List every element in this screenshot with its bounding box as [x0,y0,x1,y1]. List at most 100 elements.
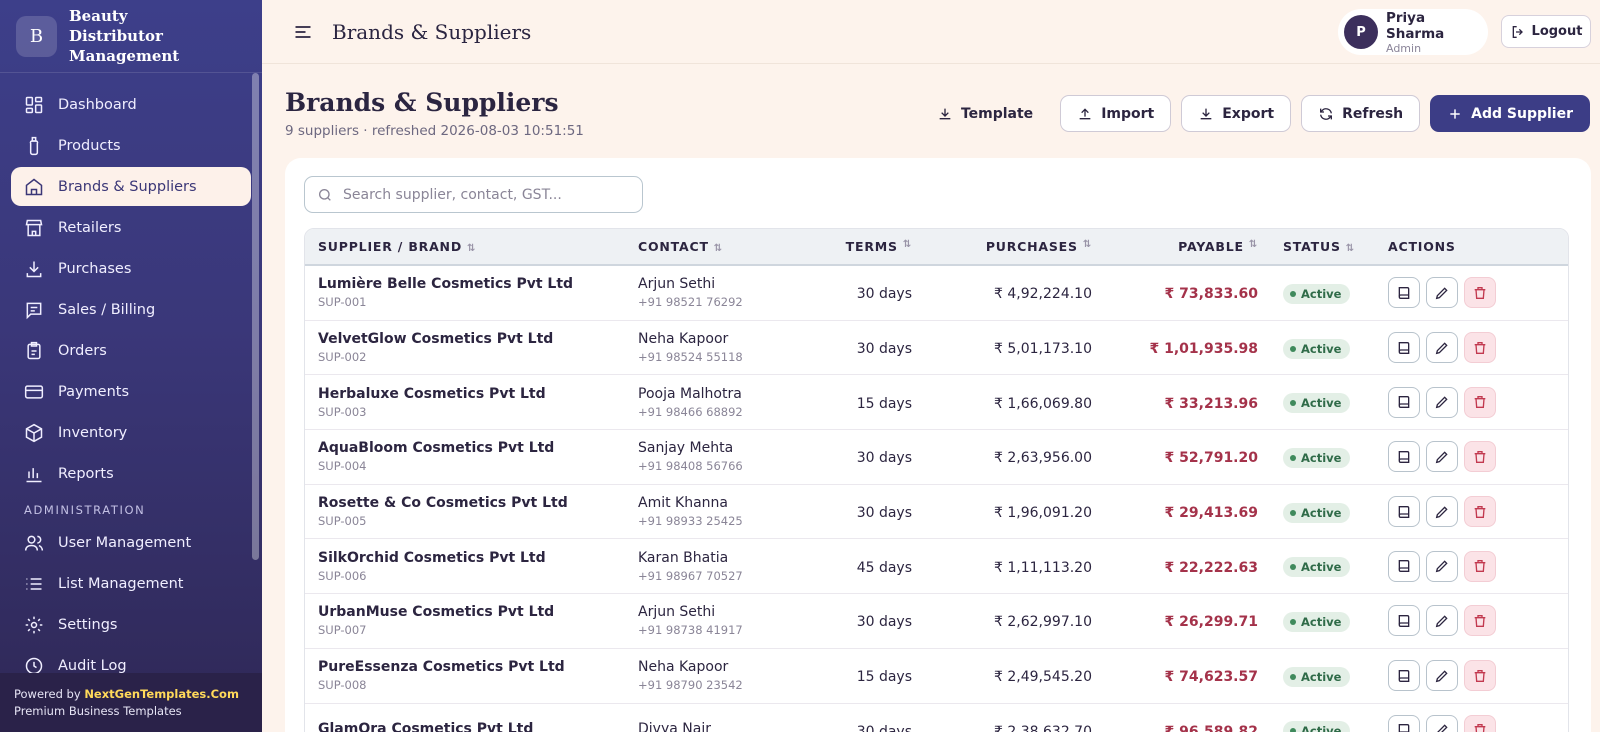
import-button[interactable]: Import [1060,95,1172,132]
user-menu[interactable]: P Priya Sharma Admin [1338,9,1488,55]
sidebar-item-user-management[interactable]: User Management [11,523,251,562]
sort-icon: ⇅ [1082,239,1092,250]
contact-phone: +91 98408 56766 [638,459,743,474]
delete-button[interactable] [1464,332,1496,364]
edit-button[interactable] [1426,386,1458,418]
supplier-name: UrbanMuse Cosmetics Pvt Ltd [318,604,555,621]
powered-link[interactable]: NextGenTemplates.Com [84,687,239,701]
edit-button[interactable] [1426,332,1458,364]
ledger-button[interactable] [1388,660,1420,692]
sidebar-item-brands-suppliers[interactable]: Brands & Suppliers [11,167,251,206]
col-purchases[interactable]: PURCHASES ⇅ [912,239,1092,254]
delete-button[interactable] [1464,441,1496,473]
search-box[interactable] [304,176,643,213]
sidebar-item-label: Inventory [58,424,128,441]
ledger-button[interactable] [1388,714,1420,732]
sidebar-item-reports[interactable]: Reports [11,454,251,493]
payable-value: ₹ 26,299.71 [1164,614,1258,631]
sidebar-item-retailers[interactable]: Retailers [11,208,251,247]
sidebar-item-settings[interactable]: Settings [11,605,251,644]
table-row[interactable]: UrbanMuse Cosmetics Pvt Ltd SUP-007 Arju… [305,594,1568,649]
sidebar-item-list-management[interactable]: List Management [11,564,251,603]
bottle-icon [29,136,39,155]
table-row[interactable]: Rosette & Co Cosmetics Pvt Ltd SUP-005 A… [305,485,1568,540]
table-row[interactable]: VelvetGlow Cosmetics Pvt Ltd SUP-002 Neh… [305,321,1568,376]
sidebar-item-inventory[interactable]: Inventory [11,413,251,452]
template-button[interactable]: Template [920,95,1050,132]
supplier-code: SUP-003 [318,404,367,419]
sidebar-item-purchases[interactable]: Purchases [11,249,251,288]
add-supplier-button[interactable]: Add Supplier [1430,95,1590,132]
powered-prefix: Powered by [14,687,85,701]
logout-button[interactable]: Logout [1501,15,1591,48]
sidebar-item-payments[interactable]: Payments [11,372,251,411]
contact-name: Pooja Malhotra [638,385,742,402]
avatar: P [1344,15,1378,49]
trash-icon [1474,396,1486,409]
table-row[interactable]: AquaBloom Cosmetics Pvt Ltd SUP-004 Sanj… [305,430,1568,485]
delete-button[interactable] [1464,496,1496,528]
edit-button[interactable] [1426,605,1458,637]
pencil-icon [1435,505,1448,518]
table-row[interactable]: Lumière Belle Cosmetics Pvt Ltd SUP-001 … [305,266,1568,321]
search-input[interactable] [343,186,623,203]
pencil-icon [1435,615,1448,628]
ledger-button[interactable] [1388,277,1420,309]
ledger-button[interactable] [1388,332,1420,364]
edit-button[interactable] [1426,496,1458,528]
ledger-button[interactable] [1388,550,1420,582]
edit-button[interactable] [1426,277,1458,309]
status-label: Active [1301,560,1342,575]
refresh-button[interactable]: Refresh [1301,95,1421,132]
sidebar-item-sales-billing[interactable]: Sales / Billing [11,290,251,329]
edit-button[interactable] [1426,550,1458,582]
delete-button[interactable] [1464,660,1496,692]
terms-value: 30 days [856,341,912,358]
dashboard-icon [25,96,43,113]
import-label: Import [1101,105,1155,122]
table-row[interactable]: GlamOra Cosmetics Pvt Ltd Divya Nair 30 … [305,704,1568,732]
col-contact[interactable]: CONTACT ⇅ [638,239,790,254]
sort-icon: ⇅ [713,243,723,254]
ledger-button[interactable] [1388,496,1420,528]
edit-button[interactable] [1426,441,1458,473]
status-label: Active [1301,286,1342,301]
delete-button[interactable] [1464,277,1496,309]
payable-value: ₹ 33,213.96 [1164,395,1258,412]
sidebar-scrollbar[interactable] [252,73,259,560]
col-supplier[interactable]: SUPPLIER / BRAND ⇅ [305,239,638,254]
menu-toggle-icon[interactable] [293,22,313,42]
delete-button[interactable] [1464,386,1496,418]
table-row[interactable]: PureEssenza Cosmetics Pvt Ltd SUP-008 Ne… [305,649,1568,704]
col-terms[interactable]: TERMS ⇅ [790,239,912,254]
contact-phone: +91 98524 55118 [638,350,743,365]
row-actions [1388,386,1568,418]
sidebar-item-orders[interactable]: Orders [11,331,251,370]
sidebar-item-dashboard[interactable]: Dashboard [11,85,251,124]
ledger-button[interactable] [1388,605,1420,637]
status-label: Active [1301,614,1342,629]
ledger-button[interactable] [1388,441,1420,473]
contact-phone: +91 98521 76292 [638,295,743,310]
edit-button[interactable] [1426,660,1458,692]
supplier-code: SUP-002 [318,350,367,365]
table-row[interactable]: SilkOrchid Cosmetics Pvt Ltd SUP-006 Kar… [305,539,1568,595]
contact-name: Neha Kapoor [638,659,729,676]
book-icon [1398,286,1410,299]
terms-value: 30 days [856,450,912,467]
table-row[interactable]: Herbaluxe Cosmetics Pvt Ltd SUP-003 Pooj… [305,375,1568,431]
col-status[interactable]: STATUS ⇅ [1258,239,1388,254]
ledger-button[interactable] [1388,386,1420,418]
purchases-value: ₹ 2,49,545.20 [994,669,1092,686]
export-button[interactable]: Export [1181,95,1292,132]
delete-button[interactable] [1464,714,1496,732]
table-body: Lumière Belle Cosmetics Pvt Ltd SUP-001 … [305,266,1568,732]
delete-button[interactable] [1464,605,1496,637]
edit-button[interactable] [1426,714,1458,732]
sidebar-item-products[interactable]: Products [11,126,251,165]
row-actions [1388,277,1568,309]
col-payable[interactable]: PAYABLE ⇅ [1092,239,1258,254]
col-payable-label: PAYABLE [1178,239,1244,254]
contact-name: Amit Khanna [638,495,729,512]
delete-button[interactable] [1464,550,1496,582]
